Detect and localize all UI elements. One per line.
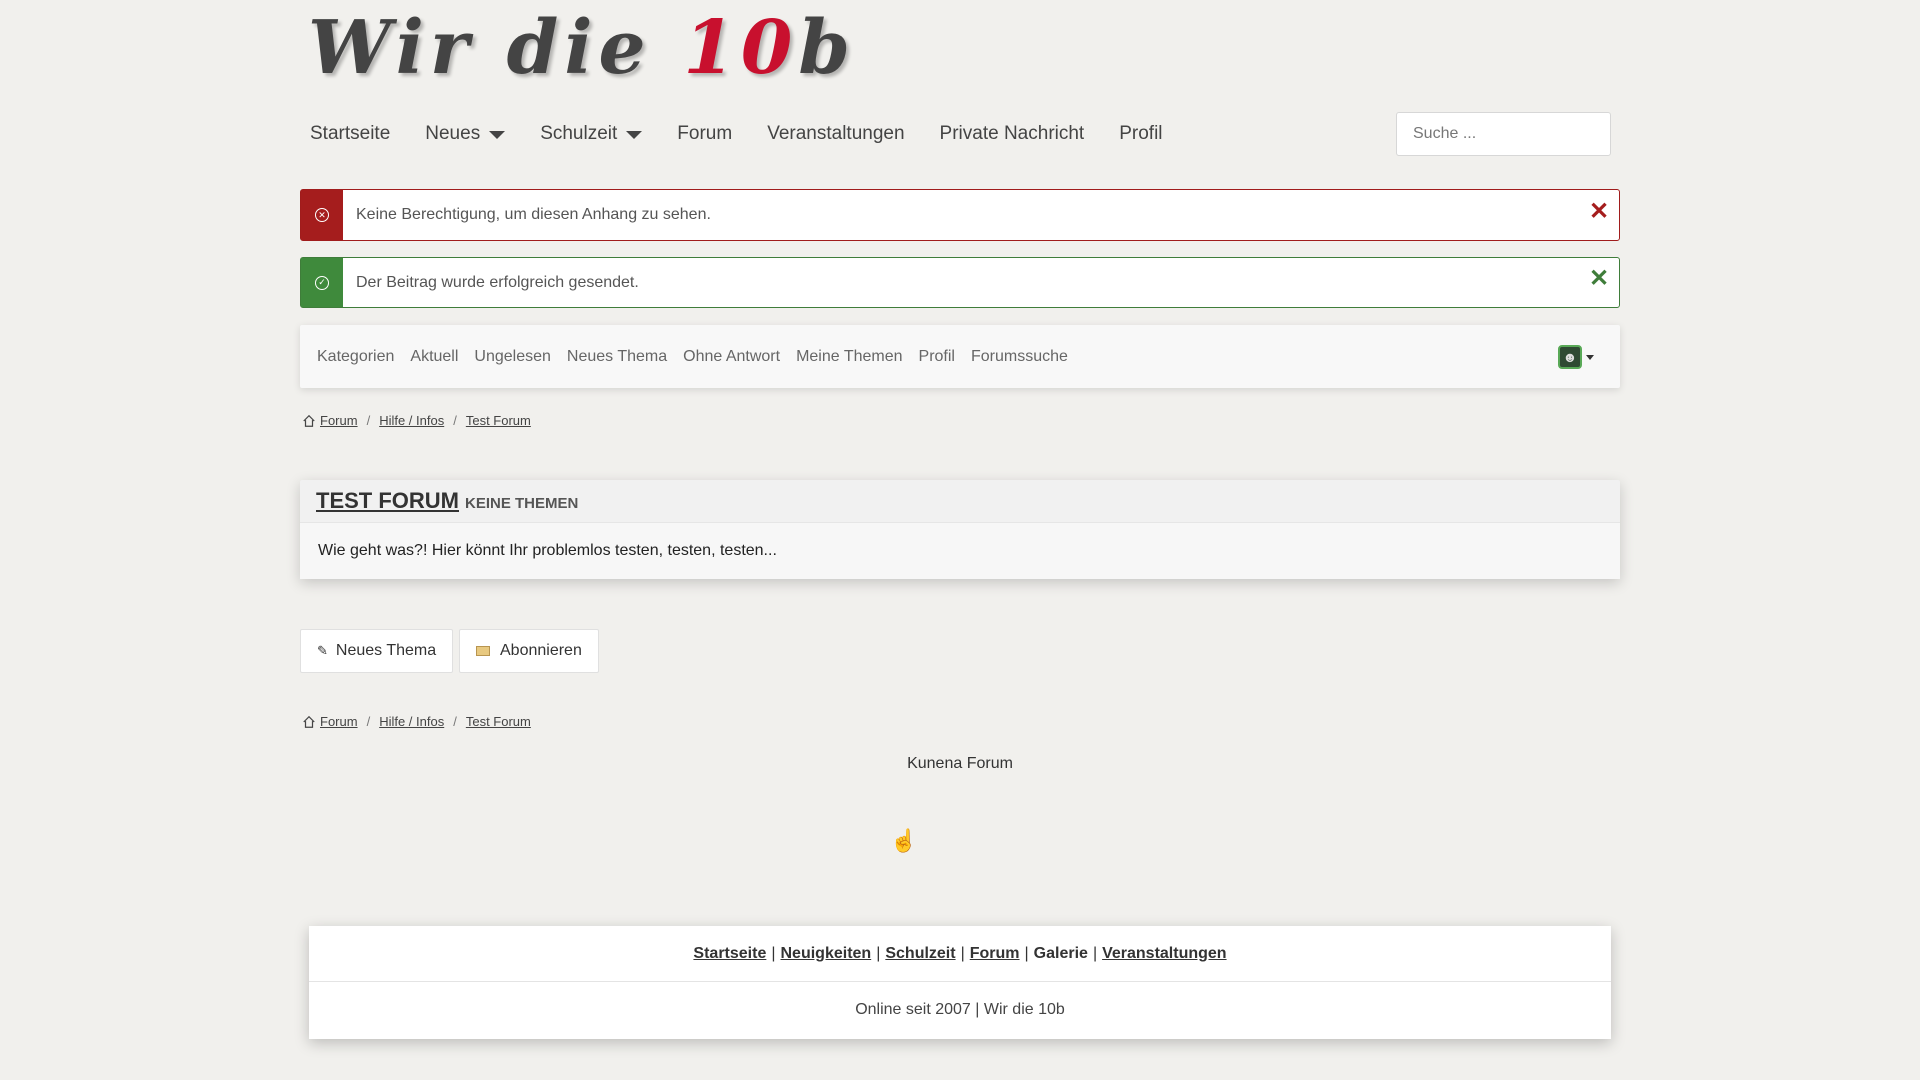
nav-private-nachricht[interactable]: Private Nachricht — [940, 123, 1085, 145]
breadcrumb-test-forum[interactable]: Test Forum — [466, 714, 531, 729]
nav-neues[interactable]: Neues — [425, 123, 506, 145]
forum-nav-meine-themen[interactable]: Meine Themen — [796, 348, 902, 366]
main-navigation: Startseite Neues Schulzeit Forum Veranst… — [310, 112, 1198, 156]
footer-link-schulzeit[interactable]: Schulzeit — [885, 945, 955, 963]
forum-nav-ohne-antwort[interactable]: Ohne Antwort — [683, 348, 780, 366]
new-topic-button[interactable]: ✎ Neues Thema — [300, 629, 454, 673]
category-subtitle: KEINE THEMEN — [465, 495, 579, 512]
breadcrumb: Forum / Hilfe / Infos / Test Forum — [302, 413, 531, 428]
search-input[interactable] — [1396, 112, 1611, 156]
error-message: Keine Berechtigung, um diesen Anhang zu … — [356, 206, 711, 223]
footer-link-veranstaltungen[interactable]: Veranstaltungen — [1102, 945, 1226, 963]
footer-link-startseite[interactable]: Startseite — [693, 945, 766, 963]
caret-down-icon — [1586, 354, 1594, 360]
powered-by: Kunena Forum — [907, 755, 1013, 772]
category-title[interactable]: TEST FORUM — [316, 488, 459, 514]
forum-nav-ungelesen[interactable]: Ungelesen — [474, 348, 551, 366]
footer: Startseite | Neuigkeiten | Schulzeit | F… — [309, 926, 1611, 1039]
footer-link-forum[interactable]: Forum — [970, 945, 1020, 963]
category-description: Wie geht was?! Hier könnt Ihr problemlos… — [300, 522, 1620, 579]
nav-veranstaltungen[interactable]: Veranstaltungen — [767, 123, 904, 145]
home-icon — [303, 414, 315, 427]
forum-nav-forumssuche[interactable]: Forumssuche — [971, 348, 1068, 366]
subscribe-button[interactable]: Abonnieren — [459, 629, 599, 673]
footer-links: Startseite | Neuigkeiten | Schulzeit | F… — [309, 926, 1611, 982]
nav-startseite[interactable]: Startseite — [310, 123, 390, 145]
breadcrumb-forum[interactable]: Forum — [320, 714, 358, 729]
breadcrumb-test-forum[interactable]: Test Forum — [466, 413, 531, 428]
nav-schulzeit[interactable]: Schulzeit — [540, 123, 643, 145]
error-icon: ✕ — [301, 190, 343, 240]
category-header: TEST FORUM KEINE THEMEN — [300, 480, 1620, 522]
close-icon[interactable]: ✕ — [1579, 197, 1619, 226]
avatar: ☻ — [1558, 345, 1582, 369]
breadcrumb-hilfe-infos[interactable]: Hilfe / Infos — [379, 714, 444, 729]
breadcrumb-forum[interactable]: Forum — [320, 413, 358, 428]
nav-profil[interactable]: Profil — [1119, 123, 1162, 145]
envelope-icon — [476, 646, 490, 656]
forum-nav-aktuell[interactable]: Aktuell — [410, 348, 458, 366]
home-icon — [303, 715, 315, 728]
chevron-down-icon — [489, 131, 506, 139]
category-box: TEST FORUM KEINE THEMEN Wie geht was?! H… — [300, 480, 1620, 579]
footer-copyright: Online seit 2007 | Wir die 10b — [855, 1001, 1065, 1018]
forum-navigation: Kategorien Aktuell Ungelesen Neues Thema… — [300, 325, 1620, 388]
hand-cursor-icon: ☝ — [890, 828, 918, 853]
forum-nav-neues-thema[interactable]: Neues Thema — [567, 348, 667, 366]
success-message: Der Beitrag wurde erfolgreich gesendet. — [356, 273, 639, 291]
user-menu[interactable]: ☻ — [1558, 345, 1594, 369]
breadcrumb-bottom: Forum / Hilfe / Infos / Test Forum — [302, 714, 531, 729]
error-alert: ✕ Keine Berechtigung, um diesen Anhang z… — [300, 189, 1620, 241]
site-logo[interactable]: Wir die 10b — [308, 0, 856, 92]
footer-link-galerie: Galerie — [1033, 944, 1088, 962]
check-icon: ✓ — [301, 258, 343, 307]
nav-forum[interactable]: Forum — [677, 123, 732, 145]
pencil-icon: ✎ — [317, 643, 328, 658]
breadcrumb-hilfe-infos[interactable]: Hilfe / Infos — [379, 413, 444, 428]
footer-link-neuigkeiten[interactable]: Neuigkeiten — [781, 945, 872, 963]
forum-nav-profil[interactable]: Profil — [919, 348, 955, 366]
close-icon[interactable]: ✕ — [1579, 264, 1619, 293]
success-alert: ✓ Der Beitrag wurde erfolgreich gesendet… — [300, 257, 1620, 308]
chevron-down-icon — [626, 131, 643, 139]
forum-nav-kategorien[interactable]: Kategorien — [317, 348, 394, 366]
